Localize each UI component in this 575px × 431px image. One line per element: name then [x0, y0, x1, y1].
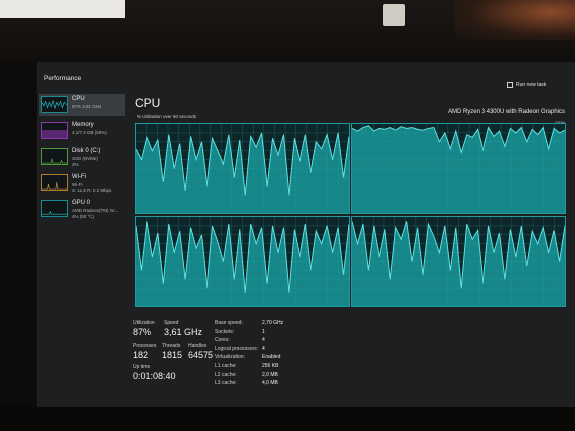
sidebar-item-cpu[interactable]: CPU 87% 3,61 GHz [39, 94, 125, 116]
cpu-graphs [135, 123, 566, 307]
core-graph-2 [135, 216, 350, 307]
gpu-thumbnail [41, 200, 68, 217]
core-graph-3 [351, 216, 566, 307]
info-row: Base speed: 2,70 GHz [215, 320, 335, 329]
info-value: 256 KB [262, 362, 279, 369]
stat-label: Processes [133, 343, 157, 349]
info-key: Logical processors: [215, 345, 259, 352]
task-manager-window: Performance Run new task CPU 87% 3,61 GH… [37, 62, 575, 407]
info-value: Enabled [262, 354, 281, 361]
sidebar-item-detail-2: 3% [72, 162, 79, 167]
photo-desk-object [383, 4, 405, 26]
sidebar-item-gpu[interactable]: GPU 0 AMD Radeon(TM) Gr... 4% (50 °C) [39, 198, 125, 220]
sidebar-item-wifi[interactable]: Wi-Fi Wi-Fi S: 11,6 R: 0,2 Mbps [39, 172, 125, 194]
sidebar-item-detail: Wi-Fi [72, 182, 83, 187]
page-title: Performance [44, 75, 82, 82]
stat-handles: Handles 64575 [188, 343, 213, 360]
core-graph-svg [136, 217, 349, 306]
sidebar-item-detail: 87% 3,61 GHz [72, 104, 102, 109]
cpu-thumbnail [41, 96, 68, 113]
stat-value: 0:01:08:40 [133, 371, 176, 381]
memory-thumbnail [41, 122, 68, 139]
info-row: Logical processors: 4 [215, 346, 335, 355]
core-graph-1 [351, 123, 566, 214]
info-key: Base speed: [215, 320, 243, 326]
info-row: L3 cache: 4,0 MB [215, 380, 335, 389]
stat-value: 1815 [162, 350, 183, 360]
sidebar-item-detail-2: S: 11,6 R: 0,2 Mbps [72, 188, 112, 193]
sidebar-item-label: Disk 0 (C:) [72, 148, 101, 154]
sidebar-item-detail-2: 4% (50 °C) [72, 214, 95, 219]
stat-value: 64575 [188, 350, 214, 360]
core-graph-svg [136, 124, 349, 213]
stat-label: Speed [164, 320, 179, 326]
info-key: Virtualization: [215, 354, 245, 361]
info-key: L3 cache: [215, 380, 237, 387]
sidebar-item-label: Memory [72, 122, 94, 128]
stat-utilization: Utilization 87% [133, 320, 155, 337]
info-row: Sockets: 1 [215, 329, 335, 338]
section-title: CPU [135, 96, 161, 110]
photo-light-glow [0, 0, 125, 18]
info-value: 4,0 MB [262, 380, 278, 387]
processor-name: AMD Ryzen 3 4300U with Radeon Graphics [447, 109, 565, 115]
stat-speed: Speed 3,61 GHz [164, 320, 202, 337]
sidebar-item-label: GPU 0 [72, 200, 91, 206]
photo-background-bottom [0, 405, 575, 431]
chart-caption: % Utilization over 60 seconds [137, 114, 197, 119]
info-row: Cores: 4 [215, 337, 335, 346]
info-row: Virtualization: Enabled [215, 354, 335, 363]
run-new-task-button[interactable]: Run new task [507, 82, 546, 88]
info-value: 4 [262, 345, 265, 352]
run-task-icon [507, 82, 513, 88]
stat-processes: Processes 182 [133, 343, 156, 360]
cpu-info-table: Base speed: 2,70 GHz Sockets: 1 Cores: 4 Lo… [215, 320, 335, 389]
sidebar-item-detail: 4,1/7,4 GB (55%) [72, 130, 107, 135]
core-graph-svg [352, 217, 565, 306]
core-graph-svg [352, 124, 565, 213]
info-key: Cores: [215, 337, 230, 344]
info-row: L1 cache: 256 KB [215, 363, 335, 372]
wifi-thumbnail [41, 174, 68, 191]
info-value: 4 [262, 337, 265, 344]
stat-label: Threads [162, 343, 181, 349]
stat-value: 87% [133, 327, 152, 337]
stat-threads: Threads 1815 [162, 343, 182, 360]
sidebar-item-detail: SSD (NVMe) [72, 156, 99, 161]
sidebar-item-detail: AMD Radeon(TM) Gr... [72, 208, 119, 213]
run-new-task-label: Run new task [516, 82, 547, 88]
info-row: L2 cache: 2,0 MB [215, 372, 335, 381]
core-graph-0 [135, 123, 350, 214]
sidebar-item-label: Wi-Fi [72, 174, 86, 180]
info-value: 2,0 MB [262, 371, 278, 378]
stat-uptime: Up time 0:01:08:40 [133, 364, 176, 381]
info-key: Sockets: [215, 328, 235, 335]
stat-label: Up time [133, 364, 151, 370]
info-value: 1 [262, 328, 265, 335]
sidebar-item-label: CPU [72, 96, 85, 102]
stat-label: Utilization [133, 320, 155, 326]
disk-thumbnail [41, 148, 68, 165]
info-key: L2 cache: [215, 371, 237, 378]
sidebar-item-memory[interactable]: Memory 4,1/7,4 GB (55%) [39, 120, 125, 142]
info-key: L1 cache: [215, 362, 237, 369]
sidebar-item-disk[interactable]: Disk 0 (C:) SSD (NVMe) 3% [39, 146, 125, 168]
info-value: 2,70 GHz [262, 320, 284, 326]
stat-value: 3,61 GHz [164, 327, 203, 337]
stat-value: 182 [133, 350, 149, 360]
photo-warm-light [455, 0, 575, 40]
stat-label: Handles [188, 343, 207, 349]
